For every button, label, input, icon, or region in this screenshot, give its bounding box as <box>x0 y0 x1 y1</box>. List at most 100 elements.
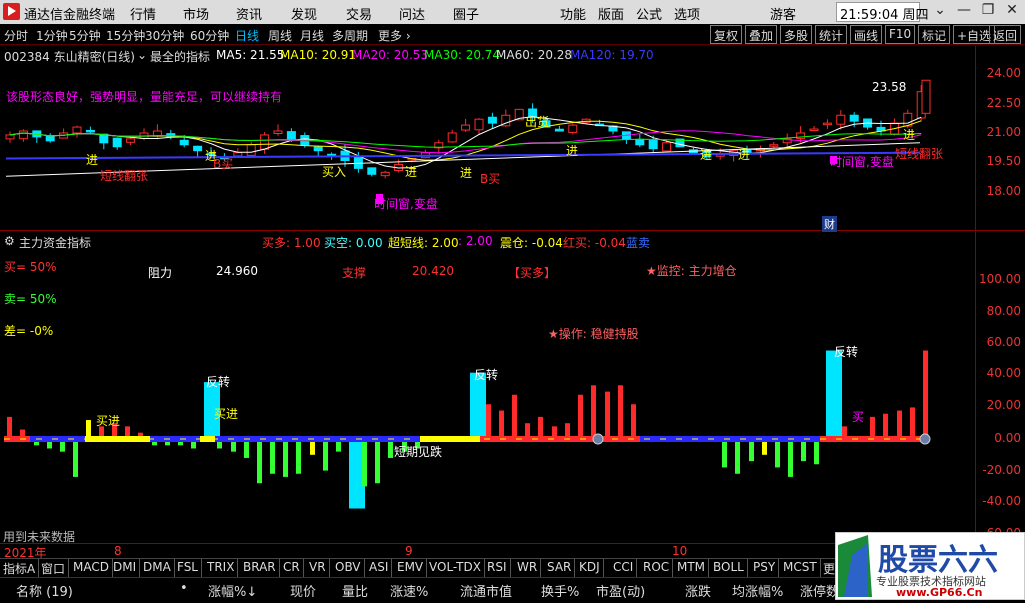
duogu-button[interactable]: 多股 <box>780 25 813 44</box>
diejia-button[interactable]: 叠加 <box>745 25 778 44</box>
col-pe[interactable]: 市盈(动) <box>596 581 645 600</box>
huaxian-button[interactable]: 画线 <box>850 25 883 44</box>
period-daily[interactable]: 日线 <box>235 27 259 44</box>
back-button[interactable]: 返回 <box>989 25 1022 44</box>
menu-item-shichang[interactable]: 市场 <box>183 4 209 23</box>
fund-bar <box>775 439 780 468</box>
indicator-tab-3[interactable]: DMI <box>110 559 141 578</box>
minimize-icon[interactable]: — <box>953 2 975 22</box>
col-volume-ratio[interactable]: 量比 <box>342 581 368 600</box>
period-60min[interactable]: 60分钟 <box>190 27 229 44</box>
period-15min[interactable]: 15分钟 <box>106 27 145 44</box>
indicator-tab-8[interactable]: CR <box>280 559 304 578</box>
indicator-tab-14[interactable]: RSI <box>484 559 511 578</box>
buy-label-1: 买进 <box>96 414 121 428</box>
indicator-tab-18[interactable]: CCI <box>610 559 638 578</box>
indicator-tab-13[interactable]: VOL-TDX <box>426 559 485 578</box>
zero-node <box>919 433 931 445</box>
settings-gear-icon[interactable]: ⚙ <box>4 234 15 248</box>
indicator-tab-10[interactable]: OBV <box>332 559 365 578</box>
indicator-name[interactable]: 最全的指标 <box>150 48 210 65</box>
stock-code-name[interactable]: 002384 东山精密(日线) <box>4 48 135 65</box>
menu-item-zixun[interactable]: 资讯 <box>236 4 262 23</box>
period-5min[interactable]: 5分钟 <box>69 27 101 44</box>
period-fenshi[interactable]: 分时 <box>4 27 28 44</box>
indicator-tab-9[interactable]: VR <box>306 559 330 578</box>
period-multi[interactable]: 多周期 <box>332 27 368 44</box>
col-limit-up[interactable]: 涨停数 <box>800 581 839 600</box>
menu-item-quanzi[interactable]: 圈子 <box>453 4 479 23</box>
time-window-label: 时间窗,变盘 <box>374 197 438 211</box>
col-dot: • <box>180 581 188 596</box>
candle-body <box>273 130 283 134</box>
user-label[interactable]: 游客 <box>770 4 796 23</box>
candle-body <box>112 137 122 148</box>
f10-button[interactable]: F10 <box>885 25 916 44</box>
indicator-tab-12[interactable]: EMV <box>394 559 428 578</box>
indicator-tab-15[interactable]: WR <box>514 559 542 578</box>
support-value: 20.420 <box>412 264 454 278</box>
candle-body <box>286 131 296 140</box>
menu-item-wenda[interactable]: 问达 <box>399 4 425 23</box>
indicator-tab-0[interactable]: 指标A <box>0 559 40 578</box>
indicator-tab-22[interactable]: PSY <box>750 559 780 578</box>
candle-body <box>18 130 28 140</box>
app-title: 通达信金融终端 <box>24 8 116 23</box>
fund-indicator-chart[interactable] <box>0 248 975 540</box>
indicator-tab-2[interactable]: MACD <box>70 559 113 578</box>
tongji-button[interactable]: 统计 <box>815 25 848 44</box>
indicator-tab-4[interactable]: DMA <box>140 559 175 578</box>
indicator-tab-20[interactable]: MTM <box>674 559 710 578</box>
candle-body <box>769 144 779 147</box>
period-monthly[interactable]: 月线 <box>300 27 324 44</box>
biaoji-button[interactable]: 标记 <box>918 25 951 44</box>
indicator-tab-23[interactable]: MCST <box>780 559 821 578</box>
indicator-tab-5[interactable]: FSL <box>174 559 202 578</box>
fuquan-button[interactable]: 复权 <box>710 25 743 44</box>
menu-item-gongshi[interactable]: 公式 <box>636 4 662 23</box>
period-30min[interactable]: 30分钟 <box>145 27 184 44</box>
col-speed[interactable]: 涨速% <box>390 581 428 600</box>
indicator-tab-21[interactable]: BOLL <box>710 559 748 578</box>
short-up-label: 短线翻张 <box>100 169 149 183</box>
buy-b-label-2: B买 <box>480 172 501 186</box>
candle-body <box>353 156 363 169</box>
ma60-label: MA60: 20.28 <box>496 48 573 62</box>
sub-tick-40: 40.00 <box>986 366 1021 380</box>
col-float-cap[interactable]: 流通市值 <box>460 581 512 600</box>
stock-info-line: 002384 东山精密(日线) ⌄ 最全的指标 MA5: 21.55 MA10:… <box>0 46 975 64</box>
menu-item-banmian[interactable]: 版面 <box>598 4 624 23</box>
menu-item-xuanxiang[interactable]: 选项 <box>674 4 700 23</box>
candle-body <box>246 144 256 156</box>
close-icon[interactable]: ✕ <box>1001 2 1023 22</box>
menu-chevron-icon[interactable]: ⌄ <box>929 2 951 22</box>
indicator-tab-17[interactable]: KDJ <box>576 559 604 578</box>
indicator-tab-6[interactable]: TRIX <box>204 559 239 578</box>
period-1min[interactable]: 1分钟 <box>36 27 68 44</box>
candle-body <box>260 134 270 150</box>
menu-item-hangqing[interactable]: 行情 <box>130 4 156 23</box>
fund-bar <box>7 416 12 439</box>
period-more[interactable]: 更多 › <box>378 27 411 44</box>
zero-node <box>592 433 604 445</box>
buy-small-label: 买 <box>852 410 865 424</box>
indicator-tab-19[interactable]: ROC <box>640 559 674 578</box>
col-change-pct[interactable]: 涨幅%↓ <box>208 581 257 600</box>
col-turnover[interactable]: 换手% <box>541 581 579 600</box>
menu-item-jiaoyi[interactable]: 交易 <box>346 4 372 23</box>
menu-item-gongneng[interactable]: 功能 <box>560 4 586 23</box>
indicator-tab-1[interactable]: 窗口 <box>38 559 70 578</box>
restore-icon[interactable]: ❐ <box>977 2 999 22</box>
ma10-label: MA10: 20.91 <box>280 48 357 62</box>
indicator-tab-11[interactable]: ASI <box>366 559 393 578</box>
period-weekly[interactable]: 周线 <box>268 27 292 44</box>
col-updown[interactable]: 涨跌 <box>685 581 711 600</box>
col-name[interactable]: 名称 (19) <box>16 581 73 600</box>
col-price[interactable]: 现价 <box>290 581 316 600</box>
indicator-tab-16[interactable]: SAR <box>544 559 576 578</box>
finance-badge[interactable]: 财 <box>822 216 837 232</box>
menu-item-faxian[interactable]: 发现 <box>291 4 317 23</box>
indicator-tab-7[interactable]: BRAR <box>240 559 280 578</box>
col-avg-change[interactable]: 均涨幅% <box>732 581 783 600</box>
chevron-down-icon[interactable]: ⌄ <box>137 48 147 62</box>
